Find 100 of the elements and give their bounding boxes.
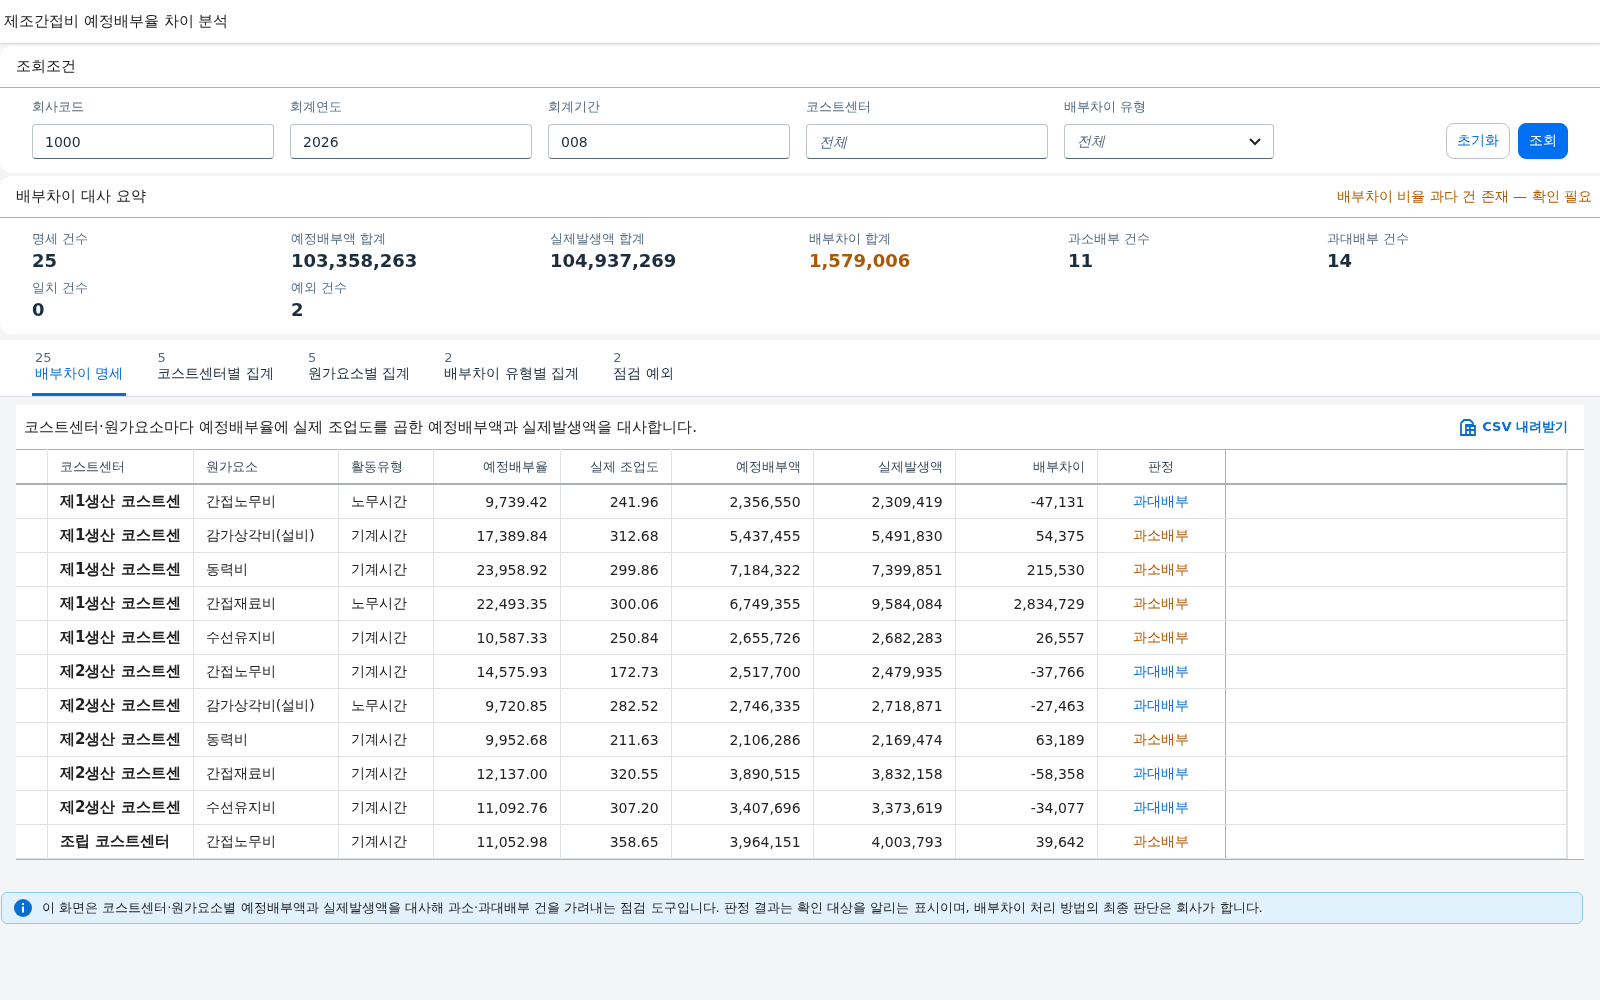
table-cell: 간접노무비 bbox=[193, 654, 339, 689]
alert-text: 배부차이 비율 과다 건 존재 — 확인 필요 bbox=[1336, 187, 1592, 206]
table-cell: 26,557 bbox=[955, 620, 1098, 655]
metric-value: 104,937,269 bbox=[550, 250, 678, 271]
field-label: 회계기간 bbox=[548, 98, 601, 116]
table-cell: 11,092.76 bbox=[433, 790, 561, 825]
table-cell: 3,407,696 bbox=[671, 790, 814, 825]
table-cell: 2,834,729 bbox=[955, 586, 1098, 621]
chevron-down-icon bbox=[1249, 137, 1261, 146]
table-cell: 2,356,550 bbox=[671, 484, 814, 519]
table-cell: 7,184,322 bbox=[671, 552, 814, 587]
table-cell: 2,479,935 bbox=[813, 654, 956, 689]
tab[interactable]: 2 배부차이 유형별 집계 bbox=[441, 350, 583, 396]
metric-label: 명세 건수 bbox=[32, 230, 90, 248]
panel-title: 조회조건 bbox=[16, 57, 76, 76]
table-cell: 기계시간 bbox=[338, 756, 434, 791]
reset-button[interactable]: 초기화 bbox=[1446, 123, 1510, 159]
select-field[interactable]: 전체 bbox=[1064, 124, 1274, 159]
table-cell: 9,720.85 bbox=[433, 688, 561, 723]
page-title: 제조간접비 예정배부율 차이 분석 bbox=[4, 12, 229, 31]
table-cell: 11,052.98 bbox=[433, 824, 561, 859]
table-cell: 3,964,151 bbox=[671, 824, 814, 859]
table-cell: 2,655,726 bbox=[671, 620, 814, 655]
table-cell: 250.84 bbox=[560, 620, 672, 655]
csv-download-link[interactable]: CSV 내려받기 bbox=[1460, 418, 1568, 436]
table-cell: 간접재료비 bbox=[193, 586, 339, 621]
table-cell: 감가상각비(설비) bbox=[193, 688, 339, 723]
table-cell: 2,517,700 bbox=[671, 654, 814, 689]
table-cell: 기계시간 bbox=[338, 790, 434, 825]
table-cell: 기계시간 bbox=[338, 654, 434, 689]
input-field[interactable]: 2026 bbox=[290, 124, 532, 159]
search-button[interactable]: 조회 bbox=[1518, 123, 1568, 159]
table-cell: 5,491,830 bbox=[813, 518, 956, 553]
column-header: 실제발생액 bbox=[813, 449, 956, 484]
field-label: 회계연도 bbox=[290, 98, 343, 116]
input-field[interactable]: 전체 bbox=[806, 124, 1048, 159]
table-cell: 9,952.68 bbox=[433, 722, 561, 757]
table-cell: 3,373,619 bbox=[813, 790, 956, 825]
table-cell: 9,739.42 bbox=[433, 484, 561, 519]
field-label: 코스트센터 bbox=[806, 98, 872, 116]
table-cell: 감가상각비(설비) bbox=[193, 518, 339, 553]
table-description: 코스트센터·원가요소마다 예정배부율에 실제 조업도를 곱한 예정배부액과 실제발생액을 대사합니다. bbox=[24, 417, 697, 437]
verdict-cell: 과대배부 bbox=[1097, 790, 1226, 825]
metric-value: 14 bbox=[1327, 250, 1354, 271]
table-cell: 수선유지비 bbox=[193, 620, 339, 655]
info-icon bbox=[14, 899, 32, 917]
verdict-cell: 과대배부 bbox=[1097, 688, 1226, 723]
tab[interactable]: 25 배부차이 명세 bbox=[32, 350, 127, 396]
tab[interactable]: 5 원가요소별 집계 bbox=[304, 350, 414, 396]
table-cell: 282.52 bbox=[560, 688, 672, 723]
metric-label: 배부차이 합계 bbox=[809, 230, 893, 248]
tab[interactable]: 2 점검 예외 bbox=[610, 350, 677, 396]
verdict-cell: 과소배부 bbox=[1097, 620, 1226, 655]
table-cell: 제1생산 코스트센 bbox=[47, 586, 194, 621]
table-cell: 제2생산 코스트센 bbox=[47, 790, 194, 825]
metric-label: 예정배부액 합계 bbox=[291, 230, 388, 248]
table-cell: 기계시간 bbox=[338, 620, 434, 655]
table-cell: 노무시간 bbox=[338, 484, 434, 519]
table-cell: 312.68 bbox=[560, 518, 672, 553]
tab[interactable]: 5 코스트센터별 집계 bbox=[154, 350, 277, 396]
table-cell: 2,106,286 bbox=[671, 722, 814, 757]
table-cell: 수선유지비 bbox=[193, 790, 339, 825]
info-text: 이 화면은 코스트센터·원가요소별 예정배부액과 실제발생액을 대사해 과소·과대배부 건을 가려내는 점검 도구입니다. 판정 결과는 확인 대상을 알리는 표시이며, 배부차이 처리 방법의 최종 판단은 회사가 합니다. bbox=[42, 899, 1263, 917]
table-cell: -58,358 bbox=[955, 756, 1098, 791]
table-cell: 307.20 bbox=[560, 790, 672, 825]
table-cell: 제2생산 코스트센 bbox=[47, 654, 194, 689]
input-field[interactable]: 1000 bbox=[32, 124, 274, 159]
table-cell: 6,749,355 bbox=[671, 586, 814, 621]
column-header: 예정배부율 bbox=[433, 449, 561, 484]
metric-label: 과소배부 건수 bbox=[1068, 230, 1152, 248]
table-cell: 동력비 bbox=[193, 552, 339, 587]
table-cell: -27,463 bbox=[955, 688, 1098, 723]
verdict-cell: 과소배부 bbox=[1097, 552, 1226, 587]
table-cell: 241.96 bbox=[560, 484, 672, 519]
table-cell: 10,587.33 bbox=[433, 620, 561, 655]
metric-value: 25 bbox=[32, 250, 59, 271]
field-label: 배부차이 유형 bbox=[1064, 98, 1148, 116]
table-cell: 기계시간 bbox=[338, 552, 434, 587]
table-cell: 2,718,871 bbox=[813, 688, 956, 723]
column-header: 원가요소 bbox=[193, 449, 339, 484]
metric-label: 실제발생액 합계 bbox=[550, 230, 647, 248]
verdict-cell: 과소배부 bbox=[1097, 586, 1226, 621]
table-cell: 14,575.93 bbox=[433, 654, 561, 689]
table-cell: 제1생산 코스트센 bbox=[47, 552, 194, 587]
metric-value: 11 bbox=[1068, 250, 1095, 271]
table-cell: 간접노무비 bbox=[193, 824, 339, 859]
table-cell: 2,746,335 bbox=[671, 688, 814, 723]
table-cell: 3,832,158 bbox=[813, 756, 956, 791]
table-cell: 4,003,793 bbox=[813, 824, 956, 859]
metric-value: 1,579,006 bbox=[809, 250, 912, 271]
table-cell: 간접재료비 bbox=[193, 756, 339, 791]
table-cell: 제1생산 코스트센 bbox=[47, 484, 194, 519]
table-cell: 간접노무비 bbox=[193, 484, 339, 519]
metric-value: 0 bbox=[32, 299, 46, 320]
table-cell: 제2생산 코스트센 bbox=[47, 688, 194, 723]
input-field[interactable]: 008 bbox=[548, 124, 790, 159]
table-cell: 63,189 bbox=[955, 722, 1098, 757]
column-header: 배부차이 bbox=[955, 449, 1098, 484]
column-header: 판정 bbox=[1097, 449, 1226, 484]
table-cell: 동력비 bbox=[193, 722, 339, 757]
